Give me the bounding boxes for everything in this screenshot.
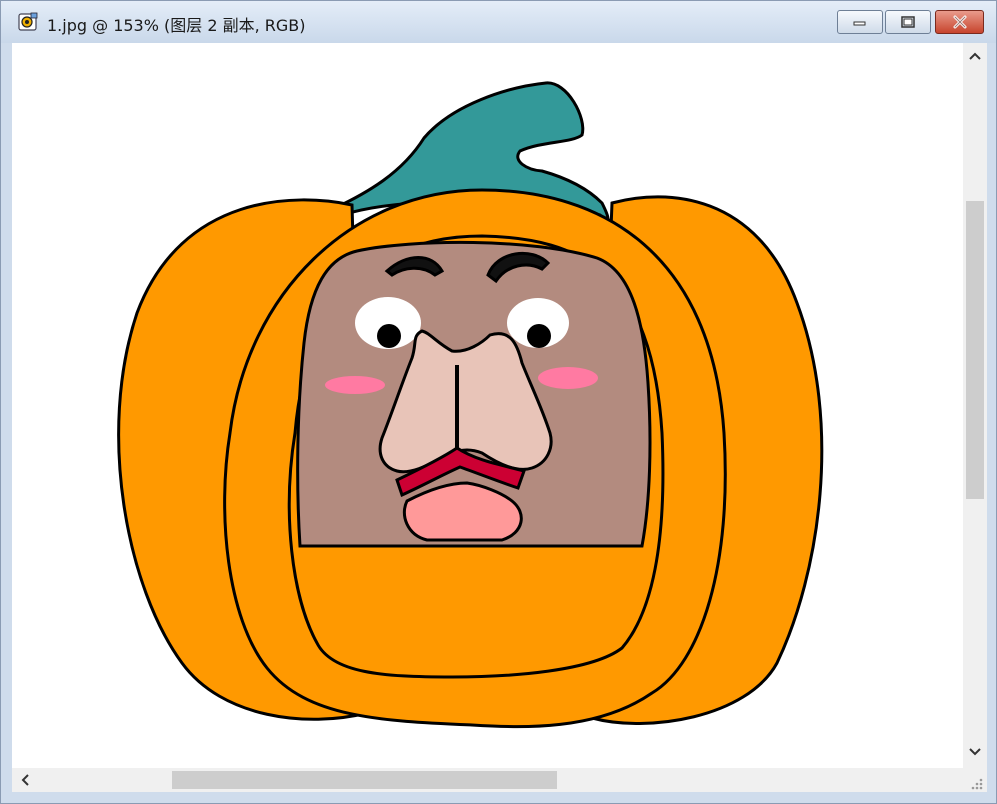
maximize-button[interactable] [885, 10, 931, 34]
pupil-left [377, 324, 401, 348]
pupil-right [527, 324, 551, 348]
resize-grip[interactable] [963, 768, 987, 792]
close-button[interactable] [935, 10, 984, 34]
vertical-scrollbar[interactable] [963, 43, 987, 768]
close-icon [953, 15, 966, 29]
minimize-button[interactable] [837, 10, 883, 34]
pumpkin-illustration [117, 81, 824, 729]
resize-grip-icon [971, 778, 983, 790]
window-title: 1.jpg @ 153% (图层 2 副本, RGB) [47, 16, 306, 35]
maximize-icon [901, 16, 915, 28]
title-bar[interactable]: 1.jpg @ 153% (图层 2 副本, RGB) [1, 1, 996, 43]
minimize-icon [853, 21, 866, 26]
cheek-right [538, 367, 598, 389]
cheek-left [325, 376, 385, 394]
horizontal-scrollbar[interactable] [12, 768, 963, 792]
chevron-left-icon[interactable] [18, 772, 32, 788]
vertical-scroll-thumb[interactable] [966, 201, 984, 499]
document-window: 1.jpg @ 153% (图层 2 副本, RGB) [0, 0, 997, 804]
chevron-down-icon[interactable] [967, 745, 983, 759]
image-canvas[interactable] [12, 43, 963, 768]
horizontal-scroll-thumb[interactable] [172, 771, 557, 789]
chevron-up-icon[interactable] [967, 49, 983, 63]
document-app-icon[interactable] [17, 11, 39, 33]
window-bottom-border [1, 792, 996, 803]
